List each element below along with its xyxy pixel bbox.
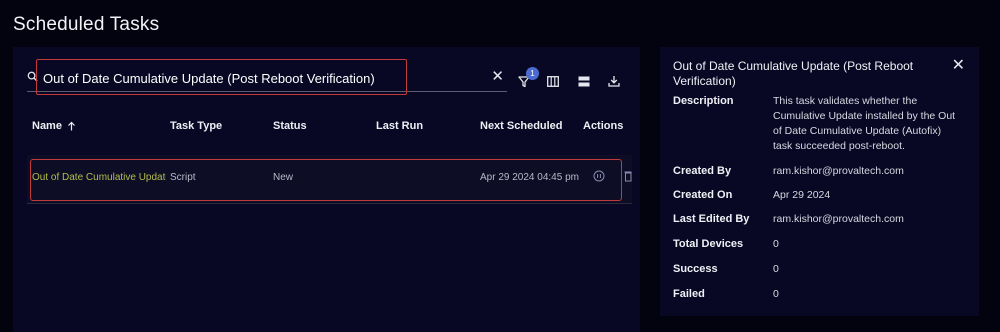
last-edited-by-value: ram.kishor@provaltech.com — [773, 213, 904, 225]
success-label: Success — [673, 263, 718, 275]
search-bar: ✕ — [27, 65, 507, 92]
download-button[interactable] — [605, 72, 623, 90]
column-header-name[interactable]: Name — [32, 120, 76, 132]
arrow-up-icon — [68, 121, 75, 131]
created-by-value: ram.kishor@provaltech.com — [773, 165, 904, 177]
density-icon — [578, 76, 590, 86]
total-devices-label: Total Devices — [673, 238, 744, 250]
cell-status: New — [273, 172, 294, 183]
close-icon[interactable]: ✕ — [491, 68, 504, 86]
columns-button[interactable] — [544, 72, 562, 90]
last-edited-by-label: Last Edited By — [673, 213, 750, 225]
created-by-label: Created By — [673, 165, 732, 177]
failed-value: 0 — [773, 288, 779, 300]
cell-task-type: Script — [170, 172, 196, 183]
tasks-panel: ✕ 1 Name Task Type Stat — [13, 47, 640, 332]
column-header-actions: Actions — [583, 120, 624, 132]
description-label: Description — [673, 95, 734, 107]
pause-icon[interactable] — [593, 170, 605, 182]
close-icon[interactable]: ✕ — [952, 58, 965, 74]
search-icon — [27, 71, 38, 82]
column-header-label: Name — [32, 120, 62, 132]
column-header-status[interactable]: Status — [273, 120, 307, 132]
trash-icon[interactable] — [624, 170, 632, 182]
created-on-label: Created On — [673, 189, 733, 201]
density-button[interactable] — [575, 72, 593, 90]
search-input[interactable] — [43, 68, 463, 88]
page-title: Scheduled Tasks — [13, 14, 160, 35]
total-devices-value: 0 — [773, 238, 779, 250]
download-icon — [608, 76, 620, 87]
columns-icon — [547, 75, 559, 87]
column-header-next-scheduled[interactable]: Next Scheduled — [480, 120, 563, 132]
details-title: Out of Date Cumulative Update (Post Rebo… — [673, 59, 914, 88]
description-value: This task validates whether the Cumulati… — [773, 95, 956, 152]
filter-count-badge: 1 — [526, 67, 539, 80]
column-header-last-run[interactable]: Last Run — [376, 120, 423, 132]
task-details-panel: Out of Date Cumulative Update (Post Rebo… — [660, 47, 979, 316]
column-header-task-type[interactable]: Task Type — [170, 120, 222, 132]
cell-next-scheduled: Apr 29 2024 04:45 pm — [480, 172, 579, 183]
filter-button[interactable]: 1 — [515, 67, 539, 90]
cell-name[interactable]: Out of Date Cumulative Update (Post Rebo… — [32, 172, 166, 183]
failed-label: Failed — [673, 288, 705, 300]
created-on-value: Apr 29 2024 — [773, 189, 831, 201]
success-value: 0 — [773, 263, 779, 275]
